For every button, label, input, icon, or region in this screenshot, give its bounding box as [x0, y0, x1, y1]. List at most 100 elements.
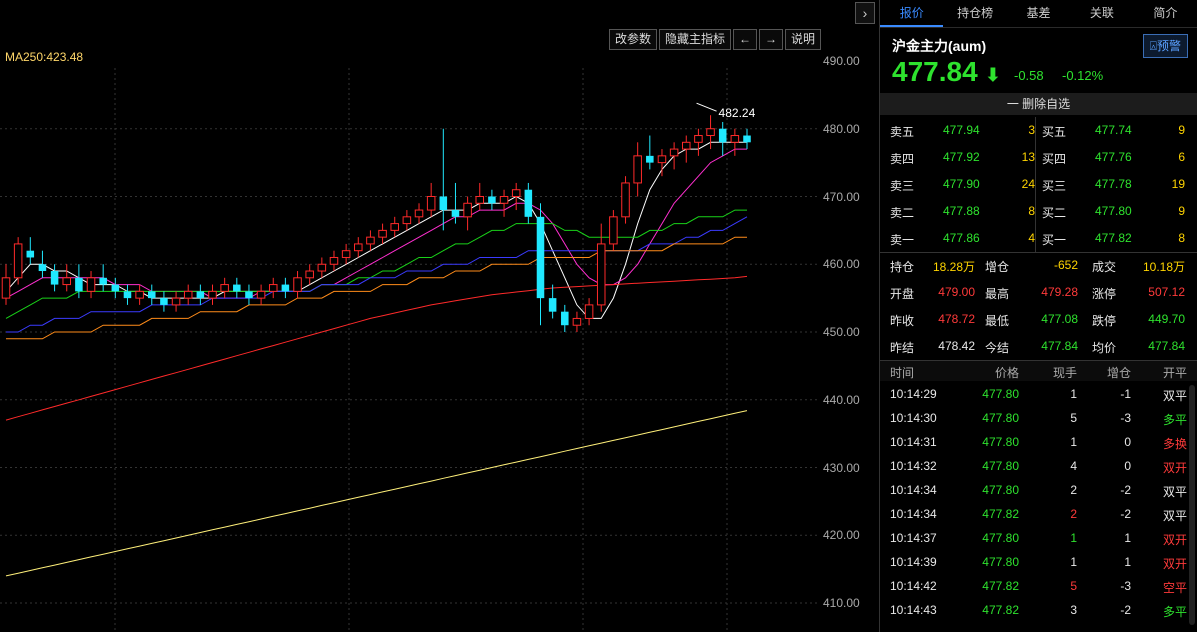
ask-price[interactable]: 477.94 — [943, 123, 980, 137]
candle-body — [596, 243, 606, 306]
trade-time: 10:14:39 — [890, 555, 937, 569]
stat-value: 477.84 — [1041, 339, 1078, 353]
candle-body — [646, 155, 654, 163]
trade-volume: 1 — [1070, 387, 1077, 401]
bid-volume[interactable]: 6 — [1178, 150, 1185, 164]
stat-label: 昨结 — [890, 341, 915, 355]
trade-price: 477.80 — [982, 387, 1019, 401]
ask-level-label[interactable]: 卖三 — [890, 177, 914, 194]
bid-volume[interactable]: 8 — [1178, 231, 1185, 245]
trade-type: 多换 — [1162, 437, 1187, 451]
trade-position-change: -1 — [1120, 387, 1131, 401]
ask-level-label[interactable]: 卖五 — [890, 123, 914, 140]
y-tick-label: 470.00 — [823, 189, 860, 204]
bid-volume[interactable]: 19 — [1172, 177, 1185, 191]
price-change-percent: -0.12% — [1062, 68, 1104, 83]
trades-scrollbar[interactable] — [1189, 385, 1195, 625]
candle-body — [378, 229, 387, 238]
bid-level-label[interactable]: 买二 — [1042, 204, 1066, 221]
trade-type: 双开 — [1162, 461, 1187, 475]
ask-price[interactable]: 477.90 — [943, 177, 980, 191]
bid-volume[interactable]: 9 — [1178, 123, 1185, 137]
tab-position-rank[interactable]: 持仓榜 — [943, 0, 1006, 27]
tab-quote[interactable]: 报价 — [880, 0, 944, 27]
bid-level-label[interactable]: 买一 — [1042, 231, 1066, 248]
candle-body — [123, 291, 132, 299]
candle-body — [426, 196, 436, 211]
stat-value: 478.42 — [938, 339, 975, 353]
tab-profile[interactable]: 简介 — [1134, 0, 1197, 27]
alert-button[interactable]: ⍓预警 — [1142, 34, 1188, 58]
trade-price: 477.82 — [982, 507, 1019, 521]
trade-time: 10:14:37 — [890, 531, 937, 545]
stat-label: 今结 — [985, 341, 1010, 355]
trades-column-header[interactable]: 开平 — [1163, 364, 1187, 381]
y-tick-label: 480.00 — [823, 121, 860, 136]
candlestick-plot[interactable]: 482.24 — [0, 68, 820, 632]
candle-body — [208, 290, 217, 299]
ask-price[interactable]: 477.86 — [943, 231, 980, 245]
stat-label: 昨收 — [890, 314, 915, 328]
ask-volume[interactable]: 3 — [1028, 123, 1035, 137]
trade-price: 477.80 — [982, 459, 1019, 473]
stat-label: 涨停 — [1092, 287, 1117, 301]
bid-level-label[interactable]: 买三 — [1042, 177, 1066, 194]
trade-row: 10:14:42 477.82 5 -3 空平 — [880, 573, 1197, 597]
kline-chart-area[interactable]: › 改参数 隐藏主指标 ← → 说明 MA250:423.48 482.24 4… — [0, 0, 878, 632]
bid-level-label[interactable]: 买五 — [1042, 123, 1066, 140]
y-tick-label: 440.00 — [823, 392, 860, 407]
candle-body — [305, 270, 314, 279]
trade-position-change: -2 — [1120, 507, 1131, 521]
trades-column-header[interactable]: 增仓 — [1107, 364, 1131, 381]
trades-column-header[interactable]: 现手 — [1053, 364, 1077, 381]
ask-volume[interactable]: 24 — [1022, 177, 1035, 191]
trade-type: 双平 — [1162, 509, 1187, 523]
bid-price[interactable]: 477.82 — [1095, 231, 1132, 245]
arrow-left-button[interactable]: ← — [733, 29, 758, 50]
stats-row: 昨收 478.72 最低 477.08 跌停 449.70 — [880, 306, 1197, 333]
trades-column-header[interactable]: 时间 — [890, 364, 914, 381]
candle-body — [111, 284, 120, 292]
stat-label: 均价 — [1092, 341, 1117, 355]
candle-body — [657, 155, 667, 164]
bell-icon: ⍓ — [1149, 39, 1157, 53]
tab-related[interactable]: 关联 — [1070, 0, 1133, 27]
ask-level-label[interactable]: 卖二 — [890, 204, 914, 221]
ask-volume[interactable]: 8 — [1028, 204, 1035, 218]
trade-row: 10:14:34 477.80 2 -2 双平 — [880, 477, 1197, 501]
trade-volume: 1 — [1070, 435, 1077, 449]
hide-main-indicator-button[interactable]: 隐藏主指标 — [659, 29, 732, 50]
edit-params-button[interactable]: 改参数 — [609, 29, 658, 50]
bid-price[interactable]: 477.78 — [1095, 177, 1132, 191]
candle-body — [561, 311, 569, 326]
bid-price[interactable]: 477.80 — [1095, 204, 1132, 218]
max-price-pointer — [696, 102, 717, 112]
ask-volume[interactable]: 13 — [1022, 150, 1035, 164]
ask-level-label[interactable]: 卖四 — [890, 150, 914, 167]
bid-price[interactable]: 477.74 — [1095, 123, 1132, 137]
arrow-right-button[interactable]: → — [759, 29, 784, 50]
stat-value: -652 — [1053, 258, 1078, 272]
last-price: 477.84 ⬇ — [892, 56, 1001, 88]
ask-level-label[interactable]: 卖一 — [890, 231, 914, 248]
bid-level-label[interactable]: 买四 — [1042, 150, 1066, 167]
stat-label: 增仓 — [985, 260, 1010, 274]
help-button[interactable]: 说明 — [785, 29, 822, 50]
remove-watchlist-button[interactable]: 一 删除自选 — [880, 93, 1197, 115]
trade-time: 10:14:29 — [890, 387, 937, 401]
candle-body — [463, 202, 472, 218]
candle-body — [572, 317, 582, 326]
ask-volume[interactable]: 4 — [1028, 231, 1035, 245]
tab-basis[interactable]: 基差 — [1007, 0, 1070, 27]
candle-body — [220, 284, 229, 292]
ask-price[interactable]: 477.92 — [943, 150, 980, 164]
bid-price[interactable]: 477.76 — [1095, 150, 1132, 164]
order-book-row: 卖二 477.88 8 买二 477.80 9 — [880, 198, 1197, 225]
stat-label: 跌停 — [1092, 314, 1117, 328]
trades-column-header[interactable]: 价格 — [995, 364, 1019, 381]
ask-price[interactable]: 477.88 — [943, 204, 980, 218]
stat-value: 477.84 — [1148, 339, 1185, 353]
candle-body — [414, 209, 424, 218]
y-tick-label: 460.00 — [823, 257, 860, 272]
bid-volume[interactable]: 9 — [1178, 204, 1185, 218]
